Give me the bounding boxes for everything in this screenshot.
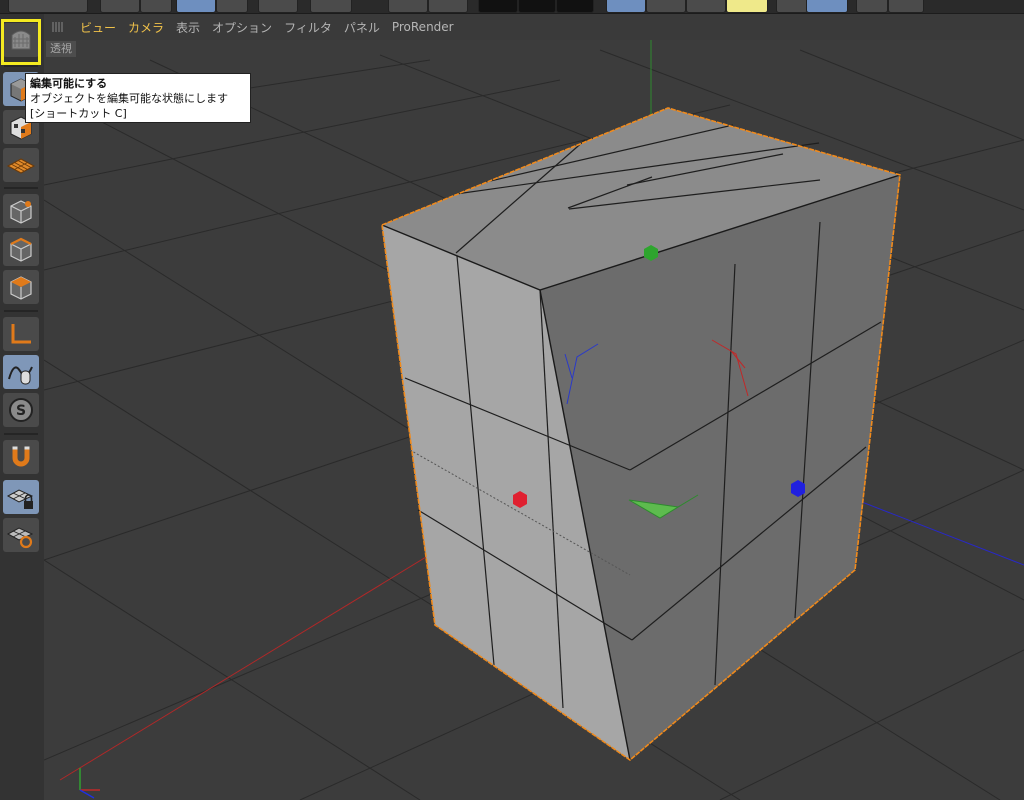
tweak-mode-button[interactable]	[3, 355, 39, 389]
left-tool-palette: S	[0, 14, 45, 800]
points-mode-icon	[10, 200, 32, 224]
toolbar-button[interactable]	[686, 0, 726, 13]
menu-camera[interactable]: カメラ	[128, 19, 164, 36]
workplane-align-button[interactable]	[3, 518, 39, 552]
make-editable-icon	[11, 30, 31, 50]
tooltip: 編集可能にする オブジェクトを編集可能な状態にします [ショートカット C]	[25, 73, 251, 123]
toolbar-button[interactable]	[428, 0, 468, 13]
menu-display[interactable]: 表示	[176, 19, 200, 36]
toolbar-button[interactable]	[140, 0, 172, 13]
toolbar-button[interactable]	[888, 0, 924, 13]
3d-viewport[interactable]	[44, 40, 1024, 800]
toolbar-button[interactable]	[776, 0, 808, 13]
axis-mode-icon	[11, 324, 31, 344]
toolbar-button[interactable]	[606, 0, 646, 13]
tooltip-shortcut: [ショートカット C]	[30, 107, 127, 120]
workplane-mode-icon	[6, 158, 36, 174]
tooltip-title: 編集可能にする	[30, 77, 108, 90]
render-view-button[interactable]	[478, 0, 518, 13]
toolbar-button[interactable]	[646, 0, 686, 13]
viewport-menu-bar: ビュー カメラ 表示 オプション フィルタ パネル ProRender	[44, 14, 1024, 40]
workplane-lock-icon	[6, 489, 34, 509]
grip-icon	[52, 22, 63, 32]
edges-mode-icon	[10, 237, 32, 262]
polygons-mode-icon	[10, 276, 32, 300]
snap-button[interactable]: S	[3, 393, 39, 427]
menu-view[interactable]: ビュー	[80, 19, 116, 36]
toolbar-button[interactable]	[216, 0, 248, 13]
polygons-mode-button[interactable]	[3, 270, 39, 304]
viewport-label: 透視	[46, 41, 76, 57]
magnet-icon	[12, 446, 30, 467]
magnet-button[interactable]	[3, 440, 39, 474]
render-button[interactable]	[518, 0, 556, 13]
toolbar-button[interactable]	[310, 0, 352, 13]
tweak-mode-icon	[8, 366, 33, 385]
toolbar-button[interactable]	[856, 0, 888, 13]
points-mode-button[interactable]	[3, 194, 39, 228]
workplane-mode-button[interactable]	[3, 148, 39, 182]
menu-panel[interactable]: パネル	[344, 19, 380, 36]
toolbar-button[interactable]	[100, 0, 140, 13]
axis-mode-button[interactable]	[3, 317, 39, 351]
snap-icon: S	[9, 398, 33, 422]
edges-mode-button[interactable]	[3, 232, 39, 266]
workplane-lock-button[interactable]	[3, 480, 39, 514]
toolbar-button[interactable]	[258, 0, 298, 13]
menu-options[interactable]: オプション	[212, 19, 272, 36]
toolbar-button[interactable]	[806, 0, 848, 13]
workplane-align-icon	[6, 527, 34, 549]
toolbar-button[interactable]	[176, 0, 216, 13]
svg-text:S: S	[16, 403, 26, 419]
toolbar-button[interactable]	[388, 0, 428, 13]
menu-prorender[interactable]: ProRender	[392, 20, 454, 34]
make-editable-button[interactable]	[3, 23, 39, 57]
menu-filter[interactable]: フィルタ	[284, 19, 332, 36]
render-settings-button[interactable]	[556, 0, 594, 13]
toolbar-button[interactable]	[8, 0, 88, 13]
tooltip-description: オブジェクトを編集可能な状態にします	[30, 92, 228, 105]
toolbar-button[interactable]	[726, 0, 768, 13]
top-toolbar	[0, 0, 1024, 14]
